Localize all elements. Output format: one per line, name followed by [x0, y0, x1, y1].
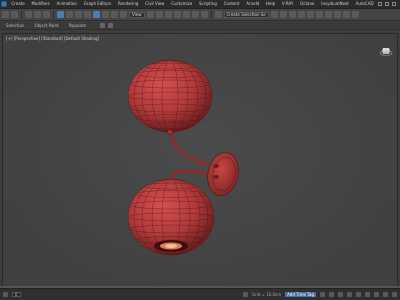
keyboard-shortcut-icon[interactable] [164, 11, 172, 18]
frame-field[interactable]: 0 [12, 292, 21, 297]
add-time-tag-button[interactable]: Add Time Tag [285, 292, 316, 297]
render-setup-icon[interactable] [333, 11, 341, 18]
ribbon-tab-object-paint[interactable]: Object Paint [34, 23, 58, 28]
status-bar: 0 Grid = 10.0cm Add Time Tag [0, 288, 400, 300]
maximize-button[interactable] [385, 2, 389, 6]
curve-editor-icon[interactable] [306, 11, 314, 18]
menu-item-customize[interactable]: Customize [168, 0, 196, 8]
edit-named-selection-icon[interactable] [214, 11, 222, 18]
toolbar-divider [53, 10, 54, 19]
mirror-icon[interactable] [270, 11, 278, 18]
menu-item-modifiers[interactable]: Modifiers [28, 0, 53, 8]
menu-item-graph-editors[interactable]: Graph Editors [80, 0, 114, 8]
layer-explorer-icon[interactable] [288, 11, 296, 18]
redo-icon[interactable] [11, 11, 18, 18]
orbit-icon[interactable] [383, 292, 388, 297]
rendered-frame-window-icon[interactable] [342, 11, 350, 18]
grid-size-text: Grid = 10.0cm [251, 292, 282, 297]
ribbon-tab-selection[interactable]: Selection [6, 23, 24, 28]
menu-item-arnold[interactable]: Arnold [243, 0, 263, 8]
percent-snap-icon[interactable] [191, 11, 199, 18]
toolbar-divider [21, 10, 22, 19]
rotate-icon[interactable] [102, 11, 109, 18]
previous-frame-icon[interactable] [329, 292, 334, 297]
rectangle-selection-icon[interactable] [75, 11, 82, 18]
menu-item-create[interactable]: Create [8, 0, 28, 8]
menu-item-scripting[interactable]: Scripting [196, 0, 221, 8]
toolbar-divider [210, 10, 212, 19]
pivot-center-icon[interactable] [146, 11, 154, 18]
menu-item-autocad[interactable]: AutoCAD [352, 0, 377, 8]
minimize-button[interactable] [378, 2, 382, 6]
menu-item-insydiumnext[interactable]: InsydiumNext [318, 0, 352, 8]
ribbon-tab-populate[interactable]: Populate [69, 23, 86, 28]
scene-canvas [127, 59, 242, 256]
ribbon-tabs: Selection Object Paint Populate [6, 23, 86, 28]
window-controls [378, 2, 400, 6]
go-to-start-icon[interactable] [320, 292, 325, 297]
menu-item-animation[interactable]: Animation [53, 0, 80, 8]
bind-space-warp-icon[interactable] [43, 11, 50, 18]
menu-item-octane[interactable]: Octane [297, 0, 318, 8]
scale-icon[interactable] [111, 11, 118, 18]
next-frame-icon[interactable] [347, 292, 352, 297]
pan-icon[interactable] [374, 292, 379, 297]
scene-explorer-icon[interactable] [297, 11, 305, 18]
bottom-lamp-shade[interactable] [127, 178, 215, 256]
main-toolbar: View Create Selection Se [0, 9, 400, 21]
angle-snap-icon[interactable] [182, 11, 190, 18]
schematic-view-icon[interactable] [315, 11, 323, 18]
maxscript-listener-icon[interactable] [3, 292, 8, 297]
maximize-viewport-icon[interactable] [392, 292, 397, 297]
menu-item-civil-view[interactable]: Civil View [142, 0, 168, 8]
named-selection-dropdown[interactable]: Create Selection Se [223, 11, 269, 18]
align-icon[interactable] [279, 11, 287, 18]
menu-items: Create Modifiers Animation Graph Editors Ren… [8, 0, 377, 8]
go-to-end-icon[interactable] [356, 292, 361, 297]
material-editor-icon[interactable] [324, 11, 332, 18]
menu-item-v-ray[interactable]: V-RAY [279, 0, 297, 8]
select-by-name-icon[interactable] [66, 11, 73, 18]
snaps-toggle-icon[interactable] [173, 11, 181, 18]
play-icon[interactable] [338, 292, 343, 297]
lock-selection-icon[interactable] [242, 292, 248, 297]
menu-item-content[interactable]: Content [220, 0, 243, 8]
ribbon-toggle-icon[interactable] [100, 23, 106, 28]
menu-bar: Create Modifiers Animation Graph Editors Ren… [0, 0, 400, 9]
zoom-icon[interactable] [365, 292, 370, 297]
close-button[interactable] [392, 2, 396, 6]
placement-icon[interactable] [120, 11, 127, 18]
ribbon-icons [100, 23, 114, 28]
link-icon[interactable] [25, 11, 32, 18]
reference-coordinate-dropdown[interactable]: View [129, 11, 145, 18]
wall-mount-plate[interactable] [204, 149, 242, 198]
undo-icon[interactable] [2, 11, 9, 18]
move-icon[interactable] [93, 11, 100, 18]
spinner-snap-icon[interactable] [200, 11, 208, 18]
top-lamp-shade[interactable] [127, 59, 213, 133]
app-logo-icon[interactable] [0, 0, 8, 8]
unlink-icon[interactable] [34, 11, 41, 18]
perspective-viewport[interactable]: [+] [Perspective] [Standard] [Default Sh… [2, 33, 398, 288]
menu-item-help[interactable]: Help [263, 0, 279, 8]
select-object-icon[interactable] [57, 11, 64, 18]
menu-item-rendering[interactable]: Rendering [115, 0, 142, 8]
window-crossing-icon[interactable] [84, 11, 91, 18]
render-icon[interactable] [351, 11, 359, 18]
select-and-manipulate-icon[interactable] [155, 11, 163, 18]
ribbon-bar: Selection Object Paint Populate [0, 22, 400, 30]
ribbon-options-icon[interactable] [108, 23, 114, 28]
